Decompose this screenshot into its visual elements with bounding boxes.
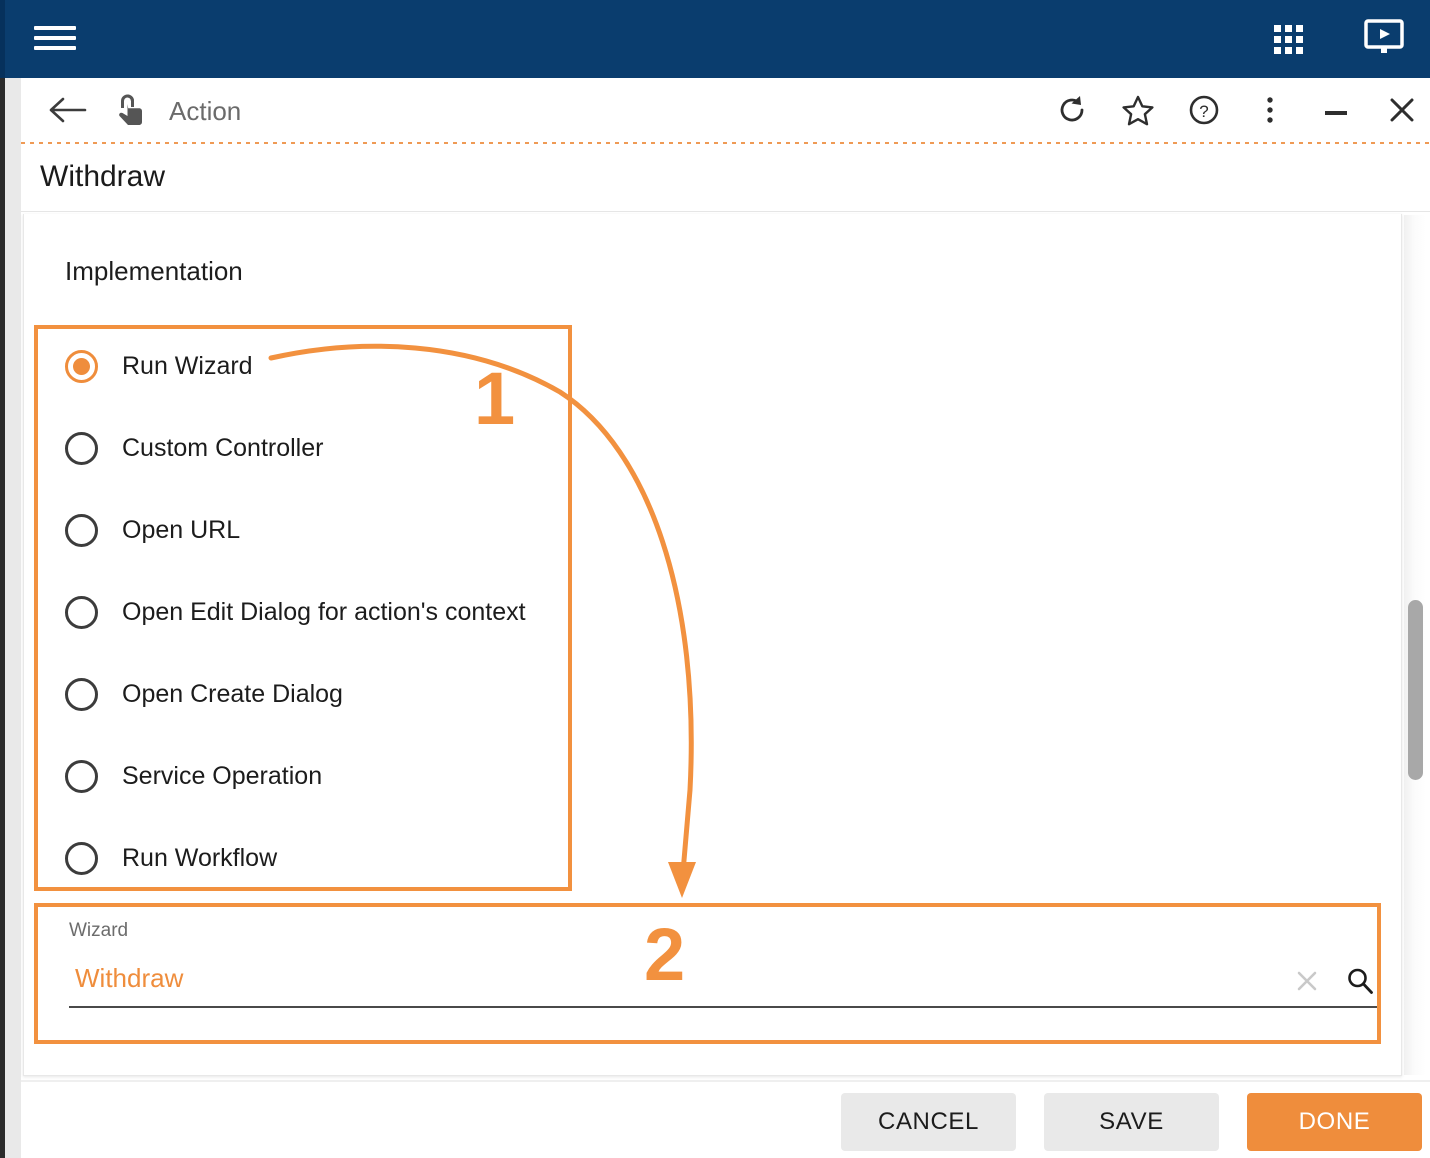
page-title: Withdraw xyxy=(40,160,166,193)
radio-indicator[interactable] xyxy=(65,841,98,875)
radio-option-run-wizard[interactable]: Run Wizard xyxy=(35,325,575,407)
dialog-footer: CANCEL SAVE DONE xyxy=(21,1083,1430,1158)
radio-option-open-create-dialog[interactable]: Open Create Dialog xyxy=(35,653,575,735)
radio-option-open-url[interactable]: Open URL xyxy=(35,489,575,571)
wizard-field-block: Wizard xyxy=(69,920,1379,1008)
window-toolbar: Action ? xyxy=(21,78,1430,142)
minimize-icon[interactable] xyxy=(1316,90,1356,130)
page-title-bar: Withdraw xyxy=(21,144,1430,212)
svg-text:?: ? xyxy=(1199,102,1208,121)
done-button[interactable]: DONE xyxy=(1247,1093,1422,1151)
radio-label: Service Operation xyxy=(122,761,323,790)
cancel-button[interactable]: CANCEL xyxy=(841,1093,1016,1151)
save-button[interactable]: SAVE xyxy=(1044,1093,1219,1151)
content-scrollbar-thumb[interactable] xyxy=(1408,600,1423,780)
radio-label: Custom Controller xyxy=(122,433,324,462)
radio-indicator[interactable] xyxy=(65,595,98,629)
app-grid-icon[interactable] xyxy=(1270,22,1306,56)
wizard-field-label: Wizard xyxy=(69,920,129,941)
help-question-icon[interactable]: ? xyxy=(1184,90,1224,130)
left-edge-gray-strip xyxy=(5,78,21,1158)
application-window: Action ? Withdraw Implementation Run Wiz… xyxy=(0,0,1430,1158)
implementation-card: Implementation Run Wizard Custom Control… xyxy=(23,214,1402,1076)
radio-indicator[interactable] xyxy=(65,677,98,711)
star-icon[interactable] xyxy=(1118,90,1158,130)
radio-indicator[interactable] xyxy=(65,759,98,793)
radio-indicator[interactable] xyxy=(65,349,98,383)
touch-hand-icon xyxy=(113,92,149,130)
search-magnifier-icon[interactable] xyxy=(1345,966,1375,996)
radio-indicator[interactable] xyxy=(65,431,98,465)
toolbar-title: Action xyxy=(169,96,242,126)
section-title: Implementation xyxy=(65,256,243,286)
radio-label: Run Wizard xyxy=(122,351,253,380)
radio-option-custom-controller[interactable]: Custom Controller xyxy=(35,407,575,489)
radio-label: Open Create Dialog xyxy=(122,679,343,708)
screen-play-icon[interactable] xyxy=(1363,18,1405,58)
toolbar-actions: ? xyxy=(1052,90,1422,130)
radio-label: Open URL xyxy=(122,515,241,544)
footer-buttons: CANCEL SAVE DONE xyxy=(841,1093,1422,1151)
footer-separator xyxy=(21,1080,1430,1082)
wizard-input-row xyxy=(69,956,1379,1008)
close-icon[interactable] xyxy=(1382,90,1422,130)
wizard-field-icons xyxy=(1293,966,1375,996)
radio-option-run-workflow[interactable]: Run Workflow xyxy=(35,817,575,899)
app-top-bar xyxy=(5,0,1430,78)
wizard-search-input[interactable] xyxy=(69,962,1379,1000)
implementation-radio-group: Run Wizard Custom Controller Open URL Op… xyxy=(35,325,575,899)
radio-option-open-edit-dialog[interactable]: Open Edit Dialog for action's context xyxy=(35,571,575,653)
back-arrow-icon[interactable] xyxy=(47,94,91,126)
refresh-icon[interactable] xyxy=(1052,90,1092,130)
hamburger-menu-icon[interactable] xyxy=(34,22,76,54)
radio-indicator[interactable] xyxy=(65,513,98,547)
radio-label: Open Edit Dialog for action's context xyxy=(122,597,526,626)
clear-x-icon[interactable] xyxy=(1293,967,1321,995)
more-vertical-icon[interactable] xyxy=(1250,90,1290,130)
radio-option-service-operation[interactable]: Service Operation xyxy=(35,735,575,817)
radio-label: Run Workflow xyxy=(122,843,278,872)
